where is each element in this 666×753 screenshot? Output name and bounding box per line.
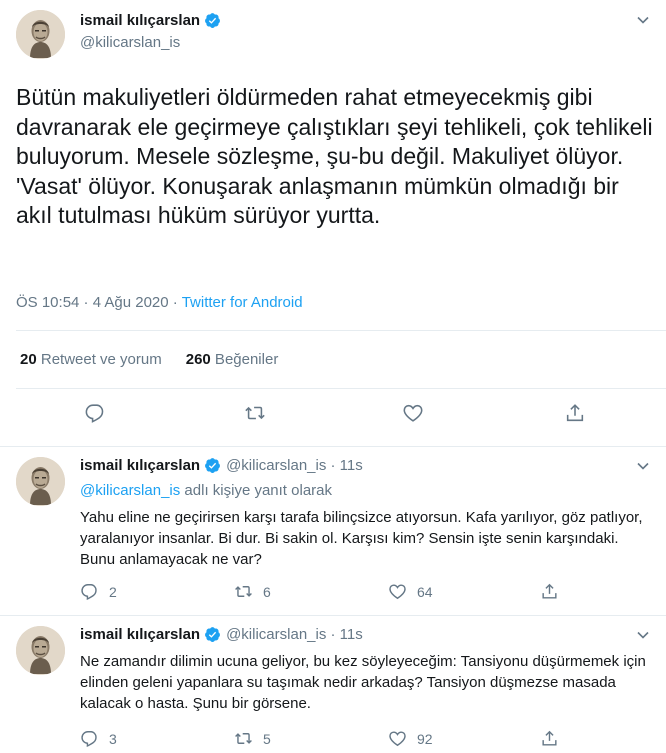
retweet-icon — [235, 733, 252, 744]
handle-and-time[interactable]: @kilicarslan_is · 11s — [226, 626, 363, 643]
verified-badge-icon — [205, 627, 221, 642]
display-name[interactable]: ismail kılıçarslan — [80, 12, 200, 29]
like-stat-label: Beğeniler — [210, 351, 279, 368]
display-name[interactable]: ismail kılıçarslan — [80, 457, 200, 474]
reply-tweet[interactable]: ismail kılıçarslan @kilicarslan_is · 11s… — [0, 616, 666, 753]
tweet-text: Bütün makuliyetleri öldürmeden rahat etm… — [16, 84, 653, 228]
retweet-count: 6 — [263, 583, 271, 600]
avatar[interactable] — [16, 457, 65, 506]
heart-icon — [403, 404, 423, 422]
share-button[interactable] — [540, 729, 559, 748]
retweet-button[interactable]: 5 — [234, 729, 271, 748]
reply-button[interactable]: 2 — [80, 582, 117, 601]
replying-to: @kilicarslan_is adlı kişiye yanıt olarak — [80, 482, 332, 499]
verified-badge-icon — [205, 13, 221, 28]
author-handle[interactable]: @kilicarslan_is — [80, 34, 180, 51]
avatar[interactable] — [16, 626, 65, 675]
chevron-down-icon[interactable] — [636, 628, 650, 642]
like-count: 92 — [417, 730, 433, 747]
reply-text: Ne zamandır dilimin ucuna geliyor, bu ke… — [80, 653, 646, 712]
reply-actions: 3 5 92 — [80, 729, 640, 751]
tweet-metadata: ÖS 10:54 · 4 Ağu 2020 · Twitter for Andr… — [16, 294, 303, 311]
retweet-stat-label: Retweet ve yorum — [36, 351, 162, 368]
chevron-down-icon[interactable] — [636, 459, 650, 473]
reply-header: ismail kılıçarslan @kilicarslan_is · 11s — [80, 457, 363, 474]
replying-to-handle-link[interactable]: @kilicarslan_is — [80, 482, 180, 499]
reply-tweet[interactable]: ismail kılıçarslan @kilicarslan_is · 11s… — [0, 447, 666, 615]
tweet-timestamp[interactable]: ÖS 10:54 · 4 Ağu 2020 · — [16, 294, 182, 311]
avatar-portrait-icon — [16, 626, 65, 675]
like-stat[interactable]: 260 Beğeniler — [186, 351, 279, 368]
retweet-icon — [245, 406, 265, 420]
reply-count: 3 — [109, 730, 117, 747]
retweet-button[interactable] — [244, 402, 266, 424]
avatar[interactable] — [16, 10, 65, 59]
author-name[interactable]: ismail kılıçarslan — [80, 12, 221, 29]
reply-text: Yahu eline ne geçirirsen karşı tarafa bi… — [80, 509, 643, 568]
like-count: 260 — [185, 351, 211, 368]
heart-icon — [389, 731, 406, 747]
verified-badge-icon — [205, 458, 221, 473]
share-icon — [542, 730, 557, 746]
like-button[interactable]: 64 — [388, 582, 433, 601]
reply-button[interactable] — [84, 402, 106, 424]
like-count: 64 — [417, 583, 433, 600]
divider — [16, 388, 666, 389]
retweet-button[interactable]: 6 — [234, 582, 271, 601]
avatar-portrait-icon — [16, 457, 65, 506]
display-name[interactable]: ismail kılıçarslan — [80, 626, 200, 643]
retweet-stat[interactable]: 20 Retweet ve yorum — [20, 351, 162, 368]
main-tweet: ismail kılıçarslan @kilicarslan_is Bütün… — [0, 0, 666, 446]
share-icon — [566, 404, 584, 422]
retweet-icon — [235, 586, 252, 597]
heart-icon — [389, 584, 406, 600]
replying-to-label: adlı kişiye yanıt olarak — [180, 482, 333, 499]
tweet-stats: 20 Retweet ve yorum 260 Beğeniler — [20, 351, 278, 368]
like-button[interactable]: 92 — [388, 729, 433, 748]
like-button[interactable] — [402, 402, 424, 424]
reply-button[interactable]: 3 — [80, 729, 117, 748]
share-icon — [542, 583, 557, 599]
tweet-actions — [0, 402, 666, 428]
share-button[interactable] — [564, 402, 586, 424]
reply-count: 2 — [109, 583, 117, 600]
tweet-source-link[interactable]: Twitter for Android — [182, 294, 303, 311]
share-button[interactable] — [540, 582, 559, 601]
chevron-down-icon[interactable] — [636, 13, 650, 27]
retweet-count: 5 — [263, 730, 271, 747]
reply-bubble-icon — [85, 404, 104, 423]
reply-header: ismail kılıçarslan @kilicarslan_is · 11s — [80, 626, 363, 643]
reply-actions: 2 6 64 — [80, 582, 640, 604]
avatar-portrait-icon — [16, 10, 65, 59]
handle-and-time[interactable]: @kilicarslan_is · 11s — [226, 457, 363, 474]
reply-bubble-icon — [81, 584, 97, 601]
reply-bubble-icon — [81, 731, 97, 748]
retweet-count: 20 — [20, 351, 37, 368]
divider — [16, 330, 666, 331]
